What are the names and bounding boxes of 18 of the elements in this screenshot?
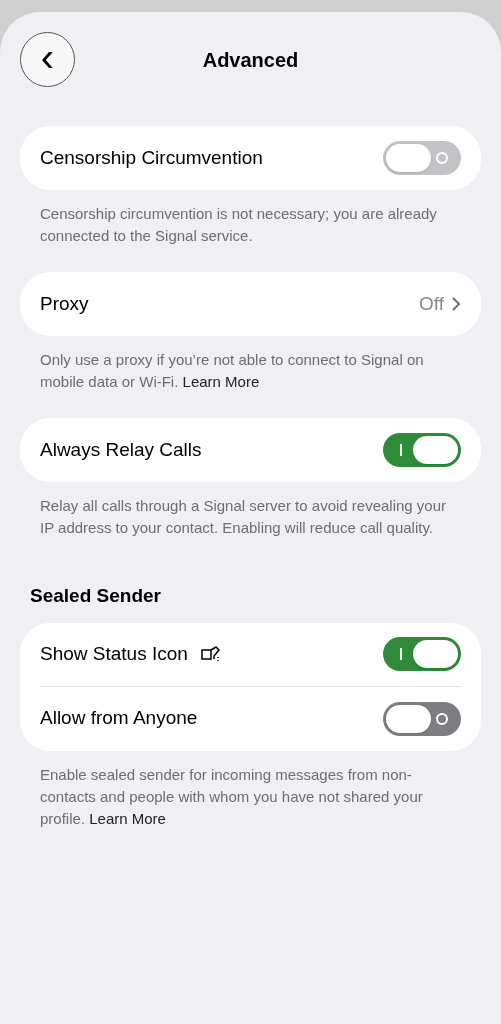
row-label: Show Status Icon	[40, 641, 188, 666]
chevron-icon	[452, 297, 461, 311]
section-footer: Relay all calls through a Signal server to avoid revealing your IP address to your contact. Enabling will reduce call quality.	[20, 482, 481, 564]
section-title: Sealed Sender	[29, 584, 162, 608]
page-title: Advanced	[202, 47, 299, 73]
section-footer: Censorship circumvention is not necessary; you are already connected to the Signal service.	[20, 190, 481, 272]
row-label: Proxy	[40, 291, 89, 316]
learn-more-link[interactable]: Learn More	[89, 809, 166, 827]
toggle-switch[interactable]	[383, 433, 461, 467]
back-button[interactable]: ‹	[20, 32, 75, 87]
row-label: Allow from Anyone	[40, 706, 198, 731]
section-footer: Only use a proxy if you’re not able to connect to Signal on mobile data or Wi-Fi. Learn More	[20, 336, 481, 418]
toggle-switch[interactable]	[383, 637, 461, 671]
toggle-switch[interactable]	[383, 701, 461, 736]
learn-more-link[interactable]: Learn More	[182, 373, 260, 390]
row-label: Always Relay Calls	[40, 437, 202, 462]
row-label: Censorship Circumvention	[40, 145, 263, 170]
section-footer: Enable sealed sender for incoming messages from non-contacts and people with whom you have not shared your profile. Learn More	[20, 750, 481, 855]
